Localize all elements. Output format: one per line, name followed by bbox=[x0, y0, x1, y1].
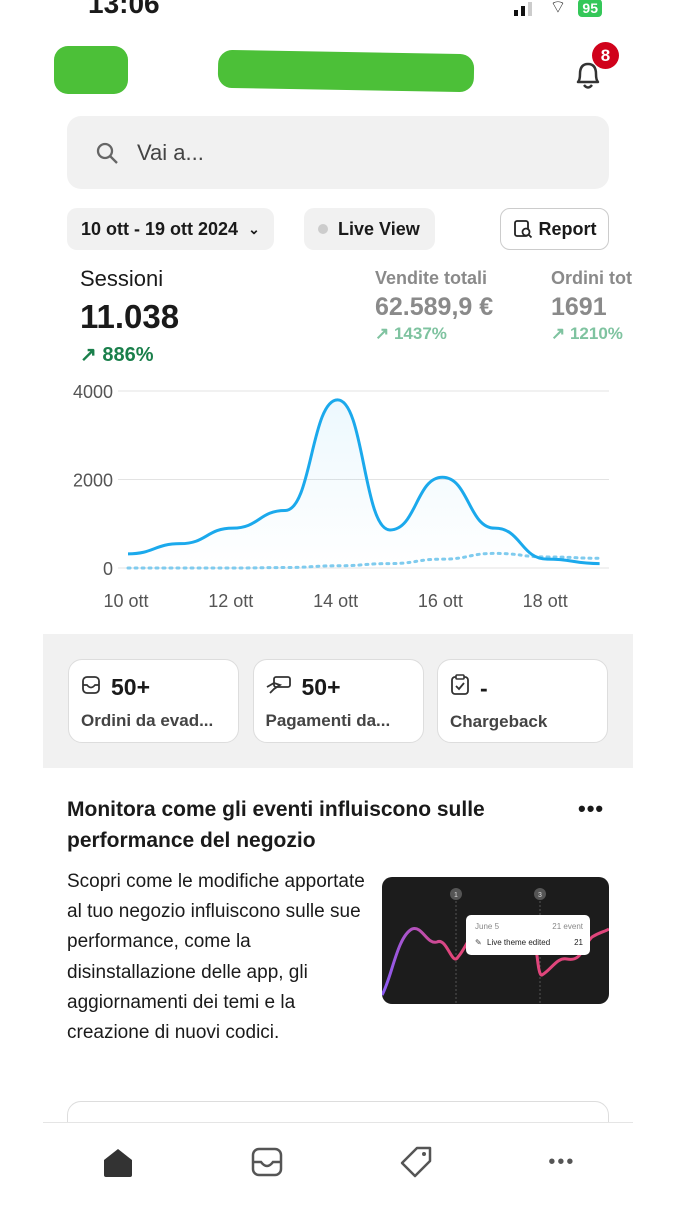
marker-label: 1 bbox=[454, 892, 458, 899]
promo-chart-illustration: 1 3 June 5 21 event ✎ Live theme edited … bbox=[382, 888, 609, 1004]
inbox-icon[interactable] bbox=[250, 1146, 284, 1178]
card-label: Ordini da evad... bbox=[81, 711, 214, 730]
arrow-up-right-icon: ↗ bbox=[375, 324, 394, 343]
metric-value: 62.589,9 € bbox=[375, 293, 494, 321]
report-button[interactable]: Report bbox=[500, 208, 609, 250]
metric-value: 1691 bbox=[551, 293, 607, 321]
search-bar[interactable] bbox=[67, 116, 609, 189]
report-label: Report bbox=[538, 218, 597, 239]
payment-hand-icon bbox=[266, 674, 292, 701]
metric-sales[interactable]: Vendite totali 62.589,9 € ↗ 1437% bbox=[375, 268, 493, 344]
date-range-selector[interactable]: 10 ott - 19 ott 2024 ⌄ bbox=[67, 208, 274, 250]
wifi-icon: ⌔ bbox=[549, 0, 567, 17]
sessions-chart: 4000 2000 0 10 ott 12 ott 14 ott 16 ott 18 ott bbox=[73, 382, 609, 611]
marker-label: 3 bbox=[538, 892, 542, 899]
series-area bbox=[128, 399, 600, 568]
arrow-up-right-icon: ↗ bbox=[80, 344, 103, 366]
live-view-button[interactable]: Live View bbox=[304, 208, 435, 250]
metric-label: Sessioni bbox=[80, 266, 164, 291]
promo-title: Monitora come gli eventi influiscono sul… bbox=[67, 798, 485, 852]
inbox-icon bbox=[81, 674, 101, 701]
x-tick-label: 16 ott bbox=[418, 591, 463, 611]
pencil-icon: ✎ bbox=[475, 938, 482, 947]
y-tick-label: 4000 bbox=[73, 382, 113, 402]
promo-image: 1 3 June 5 21 event ✎ Live theme edited … bbox=[382, 877, 609, 1004]
tooltip-events: 21 event bbox=[552, 922, 583, 931]
home-icon[interactable] bbox=[101, 1146, 135, 1178]
tooltip-date: June 5 bbox=[475, 922, 500, 931]
store-name-redacted bbox=[217, 49, 475, 93]
metric-label: Ordini tot bbox=[551, 268, 632, 288]
y-tick-label: 2000 bbox=[73, 471, 113, 491]
card-value: - bbox=[480, 674, 488, 701]
battery-indicator: 95 bbox=[578, 0, 602, 17]
more-options-button[interactable]: ••• bbox=[578, 796, 604, 822]
metric-label: Vendite totali bbox=[375, 268, 488, 288]
store-logo-redacted bbox=[54, 46, 128, 94]
card-label: Pagamenti da... bbox=[265, 711, 391, 730]
summary-card[interactable]: 50+ Ordini da evad... bbox=[68, 659, 239, 743]
live-view-label: Live View bbox=[338, 218, 420, 239]
report-icon bbox=[513, 220, 532, 239]
search-input[interactable] bbox=[137, 139, 537, 166]
more-icon[interactable]: ••• bbox=[548, 1151, 575, 1174]
metric-sessions[interactable]: Sessioni 11.038 ↗ 886% bbox=[80, 266, 179, 367]
tooltip-item: Live theme edited bbox=[487, 938, 550, 947]
bottom-nav: ••• bbox=[43, 1122, 633, 1209]
tag-icon[interactable] bbox=[399, 1145, 433, 1179]
metric-change: 1210% bbox=[569, 324, 623, 343]
arrow-up-right-icon: ↗ bbox=[551, 324, 570, 343]
metric-value: 11.038 bbox=[80, 298, 180, 335]
tooltip-count: 21 bbox=[574, 938, 583, 947]
status-time: 13:06 bbox=[88, 0, 160, 19]
x-tick-label: 18 ott bbox=[523, 591, 568, 611]
summary-card[interactable]: 50+ Pagamenti da... bbox=[252, 659, 424, 743]
y-tick-label: 0 bbox=[103, 559, 113, 579]
live-dot-icon bbox=[318, 224, 328, 234]
search-icon bbox=[96, 142, 118, 164]
date-range-label: 10 ott - 19 ott 2024 bbox=[81, 218, 239, 239]
clipboard-check-icon bbox=[450, 674, 470, 702]
chevron-down-icon: ⌄ bbox=[248, 220, 260, 237]
card-label: Chargeback bbox=[450, 712, 548, 731]
metric-change: 886% bbox=[102, 344, 154, 366]
x-tick-label: 14 ott bbox=[313, 591, 358, 611]
card-value: 50+ bbox=[301, 674, 341, 700]
signal-icon bbox=[513, 1, 532, 16]
x-tick-label: 12 ott bbox=[208, 591, 253, 611]
metric-change: 1437% bbox=[393, 324, 447, 343]
summary-card[interactable]: - Chargeback bbox=[437, 659, 608, 743]
notification-badge: 8 bbox=[592, 42, 619, 69]
status-icons: ⌔ 95 bbox=[513, 0, 602, 19]
metric-orders[interactable]: Ordini tot 1691 ↗ 1210% bbox=[551, 268, 633, 344]
card-value: 50+ bbox=[111, 674, 151, 700]
x-tick-label: 10 ott bbox=[103, 591, 148, 611]
promo-body: Scopri come le modifiche apportate al tu… bbox=[67, 871, 365, 1044]
